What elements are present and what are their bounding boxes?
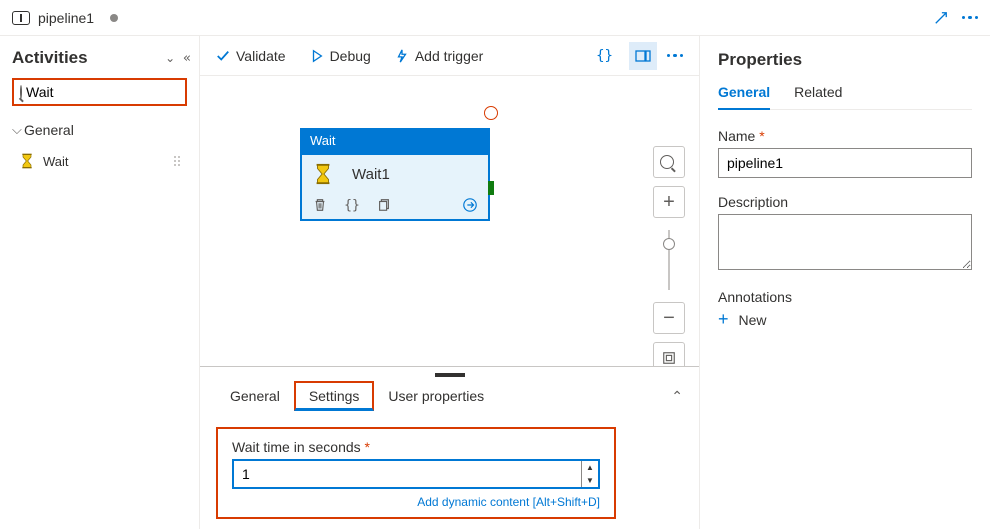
add-trigger-button[interactable]: Add trigger: [395, 48, 483, 64]
zoom-out-button[interactable]: −: [653, 302, 685, 334]
code-icon: {}: [596, 48, 613, 64]
pipeline-icon: [12, 11, 30, 25]
description-input[interactable]: [718, 214, 972, 270]
pipeline-tab[interactable]: pipeline1: [0, 0, 990, 36]
plus-icon: +: [718, 309, 729, 330]
hourglass-icon: [19, 153, 35, 169]
category-label: General: [24, 122, 74, 138]
panel-icon: [635, 48, 651, 64]
validate-button[interactable]: Validate: [216, 48, 286, 64]
output-handle[interactable]: [488, 181, 494, 195]
chevron-small[interactable]: ⌄: [165, 51, 175, 66]
pipeline-name-input[interactable]: [718, 148, 972, 178]
wait-activity-node[interactable]: Wait Wait1 {}: [300, 128, 490, 221]
tab-settings[interactable]: Settings: [294, 381, 375, 411]
new-label: New: [739, 312, 767, 328]
category-general[interactable]: ⌵ General: [6, 116, 193, 144]
tab-props-related[interactable]: Related: [794, 84, 842, 109]
highlight-circle: [484, 106, 498, 120]
name-label: Name *: [718, 128, 972, 144]
more-menu[interactable]: [962, 16, 979, 20]
zoom-in-button[interactable]: +: [653, 186, 685, 218]
drag-handle-icon: [174, 156, 180, 166]
code-view-button[interactable]: {}: [591, 42, 619, 70]
check-icon: [216, 49, 230, 63]
add-dynamic-content-link[interactable]: Add dynamic content [Alt+Shift+D]: [232, 495, 600, 509]
fit-icon: [662, 351, 676, 365]
expand-icon[interactable]: [934, 11, 948, 25]
collapse-panel-icon[interactable]: ⌃: [671, 388, 683, 405]
code-icon[interactable]: {}: [344, 197, 360, 213]
activities-search[interactable]: [12, 78, 187, 106]
go-icon[interactable]: [462, 197, 478, 213]
wait-time-input[interactable]: [234, 466, 581, 482]
spin-down[interactable]: ▼: [582, 474, 598, 487]
activity-settings-panel: General Settings User properties ⌃ Wait …: [200, 366, 699, 529]
tab-general[interactable]: General: [216, 382, 294, 410]
activity-item-wait[interactable]: Wait: [12, 148, 187, 174]
resize-grip[interactable]: [435, 373, 465, 377]
delete-icon[interactable]: [312, 197, 328, 213]
tab-props-general[interactable]: General: [718, 84, 770, 110]
activities-panel: Activities ⌄ « ⌵ General Wait: [0, 36, 200, 529]
spin-up[interactable]: ▲: [582, 461, 598, 474]
hourglass-icon: [312, 163, 334, 185]
validate-label: Validate: [236, 48, 286, 64]
debug-button[interactable]: Debug: [310, 48, 371, 64]
collapse-icon[interactable]: «: [183, 51, 187, 66]
wait-time-label: Wait time in seconds *: [232, 439, 600, 455]
toolbar-more-menu[interactable]: [667, 54, 684, 58]
properties-toggle-button[interactable]: [629, 42, 657, 70]
tab-user-properties[interactable]: User properties: [374, 382, 498, 410]
play-icon: [310, 49, 324, 63]
zoom-knob[interactable]: [663, 238, 675, 250]
zoom-slider[interactable]: [668, 230, 670, 290]
properties-panel: Properties General Related Name * Descri…: [700, 36, 990, 529]
pipeline-title: pipeline1: [38, 10, 94, 26]
activity-name: Wait1: [352, 166, 390, 183]
activities-title: Activities: [12, 48, 165, 68]
search-input[interactable]: [26, 84, 207, 100]
copy-icon[interactable]: [376, 197, 392, 213]
trigger-icon: [395, 49, 409, 63]
wait-time-field[interactable]: ▲ ▼: [232, 459, 600, 489]
fit-button[interactable]: [653, 342, 685, 366]
description-label: Description: [718, 194, 972, 210]
pipeline-canvas[interactable]: Wait Wait1 {}: [200, 76, 699, 366]
activity-header: Wait: [300, 128, 490, 153]
annotations-label: Annotations: [718, 289, 972, 305]
debug-label: Debug: [330, 48, 371, 64]
add-annotation-button[interactable]: + New: [718, 309, 972, 330]
search-icon: [660, 155, 674, 169]
zoom-search-button[interactable]: [653, 146, 685, 178]
chevron-down-icon: ⌵: [12, 122, 22, 138]
activity-label: Wait: [43, 154, 69, 169]
search-icon: [20, 85, 22, 99]
canvas-toolbar: Validate Debug Add trigger {}: [200, 36, 699, 76]
trigger-label: Add trigger: [415, 48, 483, 64]
unsaved-indicator: [110, 14, 118, 22]
properties-title: Properties: [718, 50, 972, 70]
